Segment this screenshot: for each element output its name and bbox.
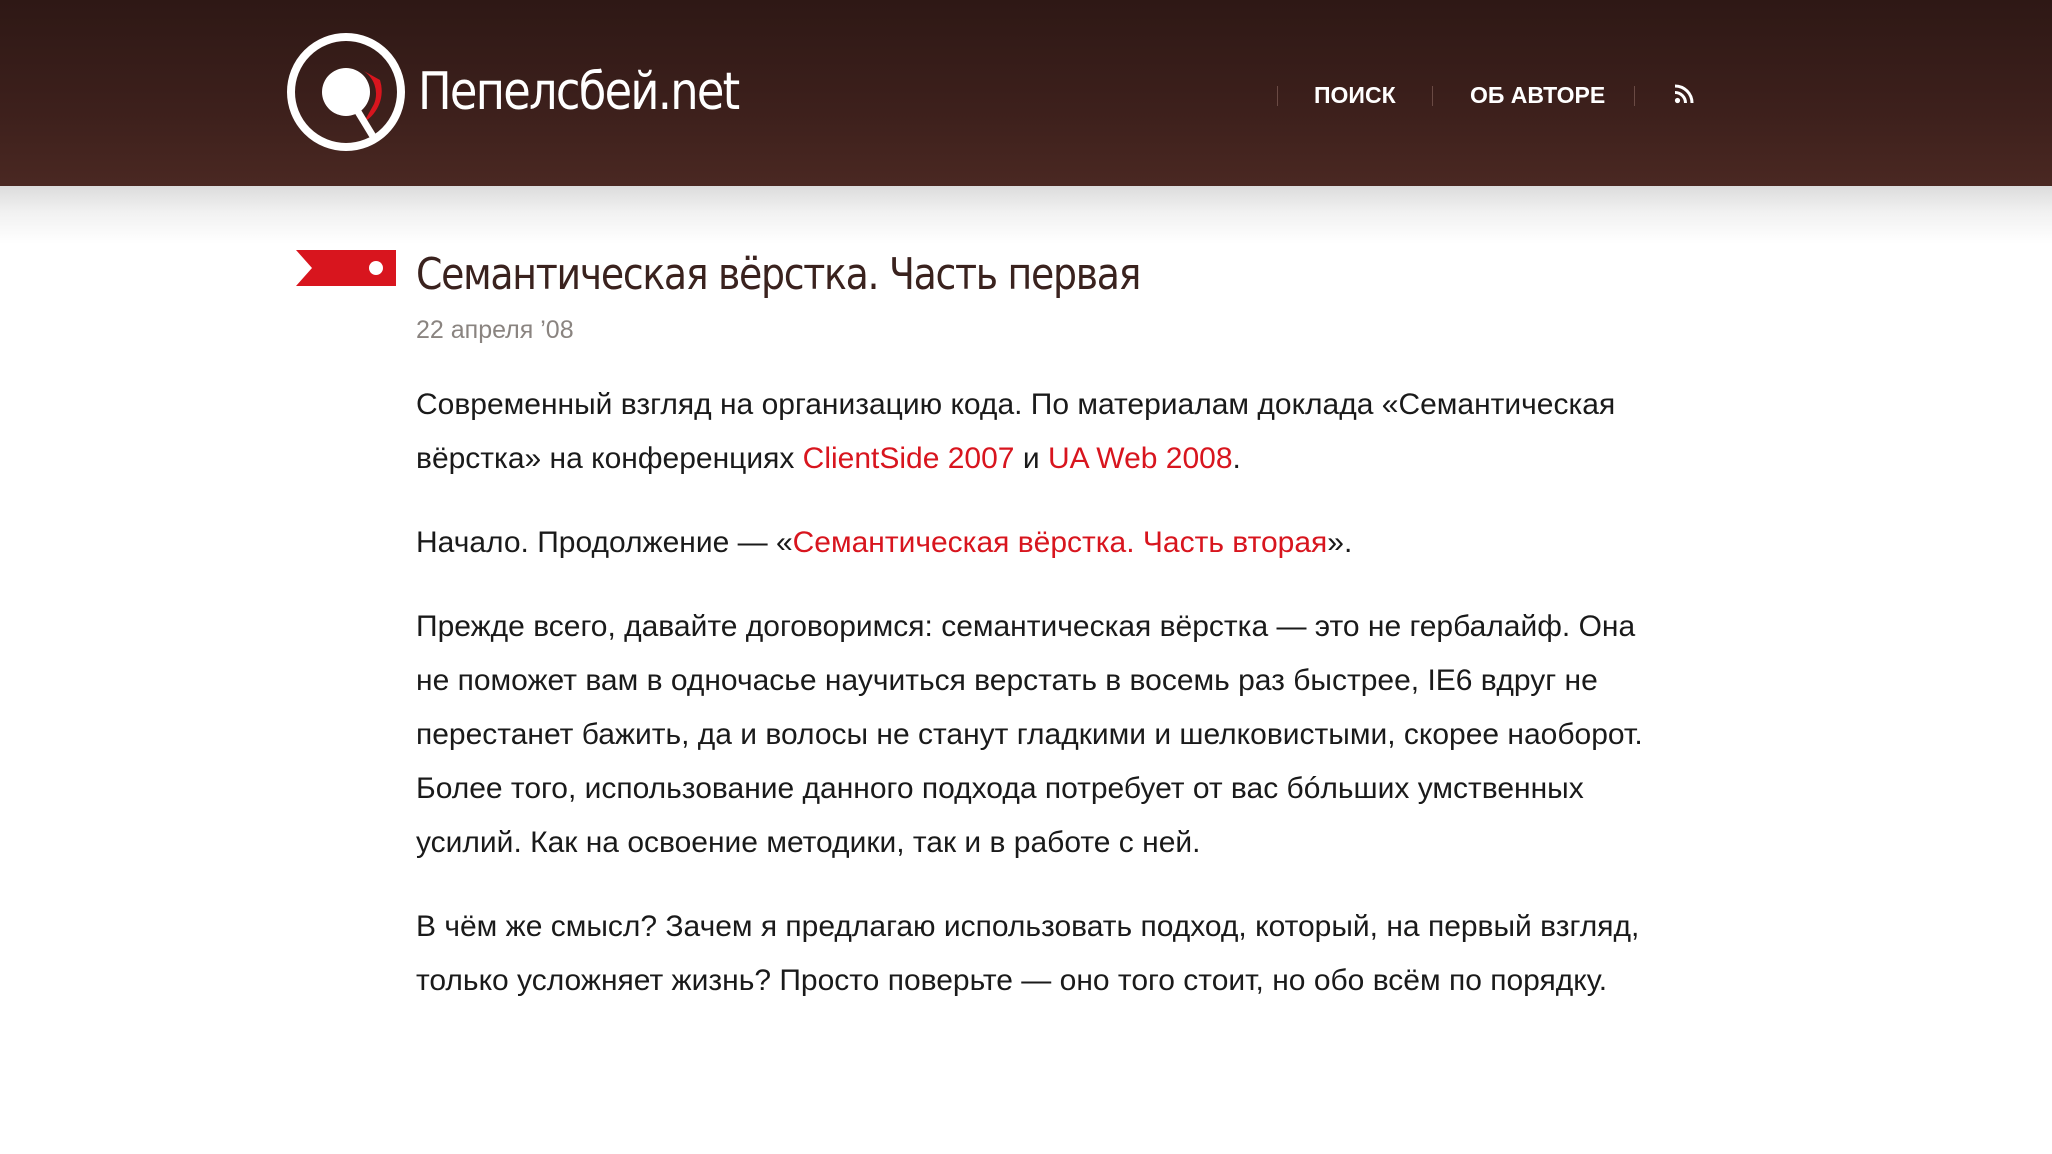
nav-separator [1277, 86, 1278, 106]
header-shadow [0, 186, 2052, 244]
nav-about-link[interactable]: ОБ АВТОРЕ [1470, 82, 1605, 109]
nav-separator [1432, 86, 1433, 106]
article-paragraph: Прежде всего, давайте договоримся: семан… [416, 610, 1643, 859]
article-intro: Современный взгляд на организацию кода. … [416, 378, 1656, 486]
part-two-link[interactable]: Семантическая вёрстка. Часть вторая [793, 526, 1328, 559]
article-date: 22 апреля ’08 [416, 316, 574, 344]
article-paragraph: В чём же смысл? Зачем я предлагаю исполь… [416, 910, 1640, 997]
site-header: Пепелсбей.net ПОИСК ОБ АВТОРЕ [0, 0, 2052, 186]
main-nav: ПОИСК ОБ АВТОРЕ [0, 72, 2052, 120]
continuation-text: Начало. Продолжение — « [416, 526, 793, 559]
article: Семантическая вёрстка. Часть первая 22 а… [416, 240, 1656, 1008]
uaweb-link[interactable]: UA Web 2008 [1048, 442, 1233, 475]
article-continuation: Начало. Продолжение — «Семантическая вёр… [416, 516, 1656, 570]
nav-separator [1634, 86, 1635, 106]
intro-text: и [1014, 442, 1048, 475]
intro-text: . [1232, 442, 1241, 475]
nav-search-link[interactable]: ПОИСК [1314, 82, 1396, 109]
rss-icon[interactable] [1674, 84, 1694, 104]
bookmark-ribbon-icon [296, 250, 396, 286]
continuation-text: ». [1327, 526, 1353, 559]
clientside-link[interactable]: ClientSide 2007 [803, 442, 1015, 475]
article-title: Семантическая вёрстка. Часть первая [416, 249, 1141, 300]
